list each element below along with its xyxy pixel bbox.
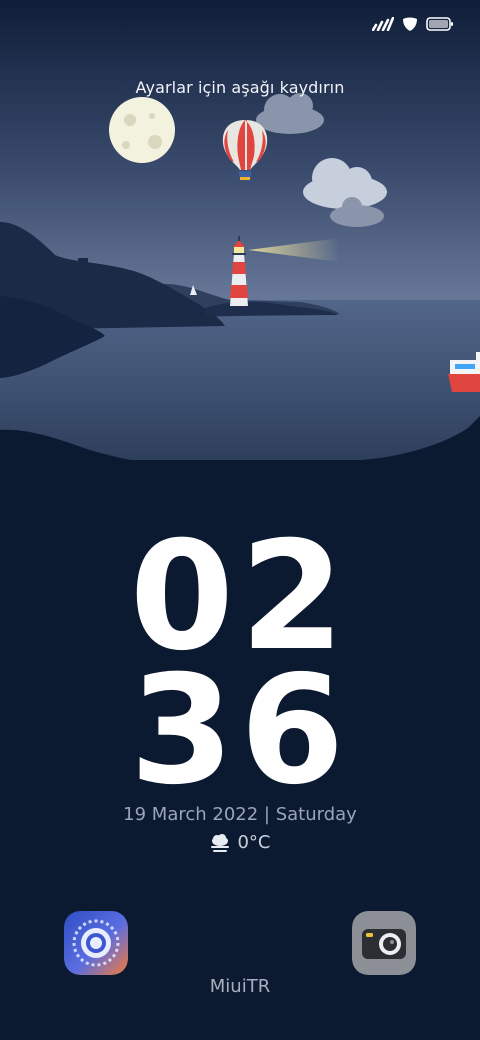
weather-temperature: 0°C [237,832,271,853]
cloud-fog-icon [211,833,230,852]
control-center-shortcut[interactable] [64,911,128,975]
control-center-icon [64,911,128,975]
swipe-down-hint: Ayarlar için aşağı kaydırın [135,78,345,97]
cliff-house [78,258,88,264]
date-label: 19 March 2022 | Saturday [123,804,357,825]
camera-icon [352,911,416,975]
shield-icon [403,17,417,31]
carrier-label: MiuiTR [209,976,271,997]
moon [109,97,175,163]
weather-widget[interactable]: 0°C [0,832,480,853]
clock-minutes: 36 [129,644,351,818]
battery-icon [426,17,453,31]
camera-shortcut[interactable] [352,911,416,975]
signal-icon [372,17,394,31]
status-bar [372,16,454,32]
